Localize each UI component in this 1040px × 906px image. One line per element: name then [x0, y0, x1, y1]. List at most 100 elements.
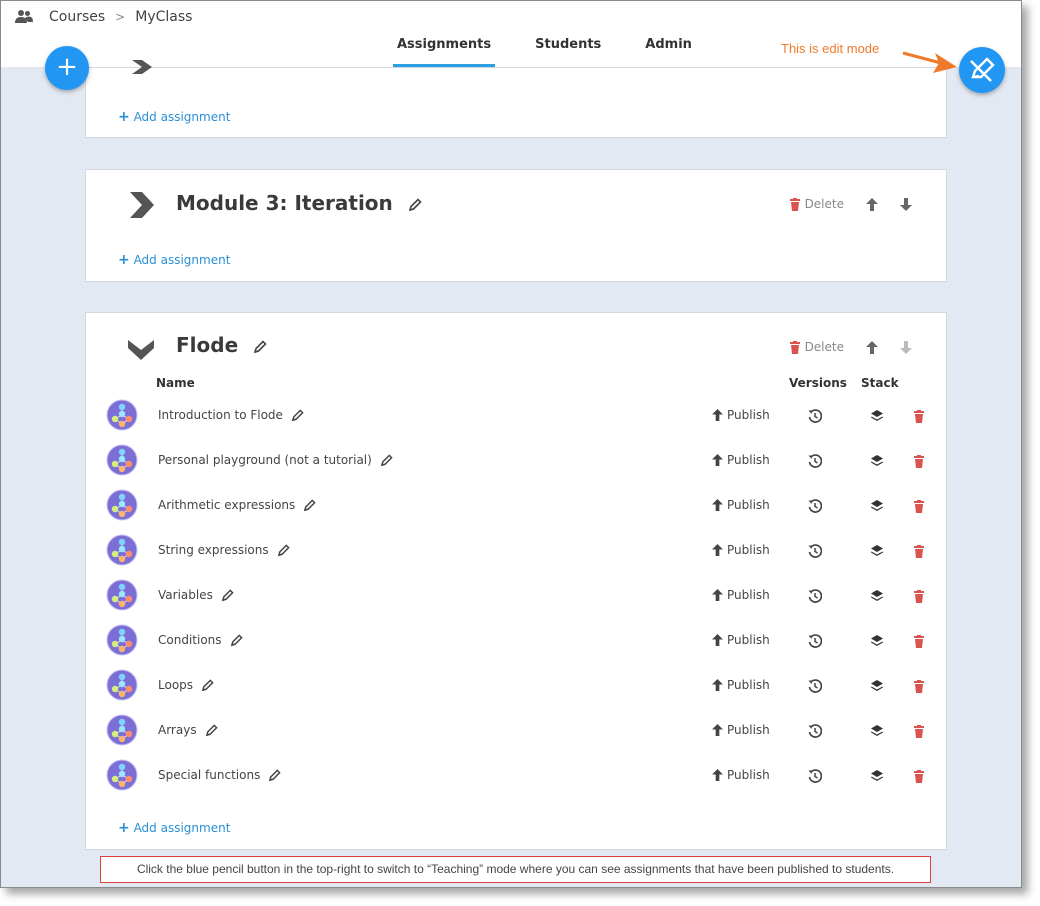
tab-bar: Assignments Students Admin [393, 37, 732, 67]
publish-button[interactable]: Publish [712, 678, 770, 692]
assignment-name[interactable]: Conditions [158, 633, 243, 647]
assignment-name[interactable]: Special functions [158, 768, 281, 782]
assignment-name-text: Personal playground (not a tutorial) [158, 453, 372, 467]
pencil-icon[interactable] [268, 769, 281, 782]
delete-assignment-button[interactable] [913, 453, 925, 472]
edit-mode-annotation: This is edit mode [781, 41, 880, 56]
publish-button[interactable]: Publish [712, 633, 770, 647]
chevron-down-icon[interactable] [128, 340, 154, 360]
delete-module-button[interactable]: Delete [789, 340, 844, 354]
tab-assignments[interactable]: Assignments [393, 37, 496, 67]
pencil-icon[interactable] [253, 339, 267, 354]
chevron-right-icon: > [115, 10, 126, 24]
assignment-name[interactable]: Variables [158, 588, 234, 602]
pencil-icon[interactable] [201, 679, 214, 692]
assignment-name[interactable]: Introduction to Flode [158, 408, 304, 422]
pencil-icon[interactable] [408, 197, 422, 212]
trash-icon [914, 770, 924, 783]
stack-button[interactable] [870, 588, 884, 607]
assignment-name[interactable]: Loops [158, 678, 214, 692]
pencil-icon[interactable] [291, 409, 304, 422]
assignment-name[interactable]: Personal playground (not a tutorial) [158, 453, 393, 467]
stack-button[interactable] [870, 408, 884, 427]
delete-assignment-button[interactable] [913, 543, 925, 562]
tab-students[interactable]: Students [531, 37, 605, 67]
arrow-down-icon[interactable] [900, 197, 912, 211]
stack-button[interactable] [870, 633, 884, 652]
pencil-icon[interactable] [277, 544, 290, 557]
tab-admin[interactable]: Admin [641, 37, 696, 67]
publish-button[interactable]: Publish [712, 768, 770, 782]
layers-icon [871, 455, 883, 466]
publish-button[interactable]: Publish [712, 588, 770, 602]
breadcrumb-myclass[interactable]: MyClass [135, 9, 192, 25]
assignment-name-text: Arrays [158, 723, 197, 737]
edit-mode-toggle-button[interactable] [959, 47, 1005, 93]
stack-button[interactable] [870, 768, 884, 787]
delete-assignment-button[interactable] [913, 723, 925, 742]
publish-label: Publish [727, 768, 770, 782]
publish-button[interactable]: Publish [712, 408, 770, 422]
arrow-up-icon [712, 634, 723, 646]
versions-button[interactable] [808, 723, 823, 742]
publish-button[interactable]: Publish [712, 543, 770, 557]
versions-button[interactable] [808, 543, 823, 562]
layers-icon [871, 545, 883, 556]
delete-assignment-button[interactable] [913, 768, 925, 787]
versions-button[interactable] [808, 768, 823, 787]
assignment-name[interactable]: Arithmetic expressions [158, 498, 316, 512]
assignment-name[interactable]: Arrays [158, 723, 218, 737]
stack-button[interactable] [870, 678, 884, 697]
arrow-up-icon[interactable] [866, 340, 878, 354]
versions-button[interactable] [808, 678, 823, 697]
assignment-name[interactable]: String expressions [158, 543, 290, 557]
flode-node-icon [106, 399, 138, 431]
add-button[interactable]: + [45, 46, 89, 90]
delete-assignment-button[interactable] [913, 588, 925, 607]
publish-button[interactable]: Publish [712, 498, 770, 512]
flode-node-icon [106, 444, 138, 476]
breadcrumb-courses[interactable]: Courses [49, 9, 105, 25]
assignment-row: Conditions Publish [106, 624, 926, 669]
delete-assignment-button[interactable] [913, 498, 925, 517]
layers-icon [871, 725, 883, 736]
stack-button[interactable] [870, 723, 884, 742]
publish-button[interactable]: Publish [712, 723, 770, 737]
module-card-iteration: Module 3: Iteration Delete + Add assignm… [85, 169, 947, 282]
column-header-stack: Stack [861, 376, 899, 390]
add-assignment-link[interactable]: + Add assignment [118, 109, 230, 125]
chevron-right-icon[interactable] [130, 192, 154, 218]
history-icon [808, 589, 823, 603]
versions-button[interactable] [808, 408, 823, 427]
versions-button[interactable] [808, 633, 823, 652]
delete-assignment-button[interactable] [913, 633, 925, 652]
pencil-icon[interactable] [303, 499, 316, 512]
pencil-icon[interactable] [221, 589, 234, 602]
arrow-up-icon[interactable] [866, 197, 878, 211]
stack-button[interactable] [870, 453, 884, 472]
versions-button[interactable] [808, 498, 823, 517]
top-bar: Courses > MyClass Assignments Students A… [1, 1, 1021, 68]
publish-label: Publish [727, 408, 770, 422]
publish-label: Publish [727, 498, 770, 512]
chevron-right-icon[interactable] [132, 60, 154, 74]
delete-assignment-button[interactable] [913, 678, 925, 697]
add-assignment-link[interactable]: + Add assignment [118, 252, 230, 268]
column-header-versions: Versions [789, 376, 847, 390]
pencil-icon[interactable] [230, 634, 243, 647]
assignment-row: Arithmetic expressions Publish [106, 489, 926, 534]
versions-button[interactable] [808, 588, 823, 607]
pencil-icon[interactable] [205, 724, 218, 737]
add-assignment-link[interactable]: + Add assignment [118, 820, 230, 836]
assignment-row: Introduction to Flode Publish [106, 399, 926, 444]
arrow-up-icon [712, 499, 723, 511]
stack-button[interactable] [870, 543, 884, 562]
assignment-name-text: Introduction to Flode [158, 408, 283, 422]
delete-assignment-button[interactable] [913, 408, 925, 427]
publish-button[interactable]: Publish [712, 453, 770, 467]
versions-button[interactable] [808, 453, 823, 472]
stack-button[interactable] [870, 498, 884, 517]
arrow-up-icon [712, 769, 723, 781]
delete-module-button[interactable]: Delete [789, 197, 844, 211]
pencil-icon[interactable] [380, 454, 393, 467]
